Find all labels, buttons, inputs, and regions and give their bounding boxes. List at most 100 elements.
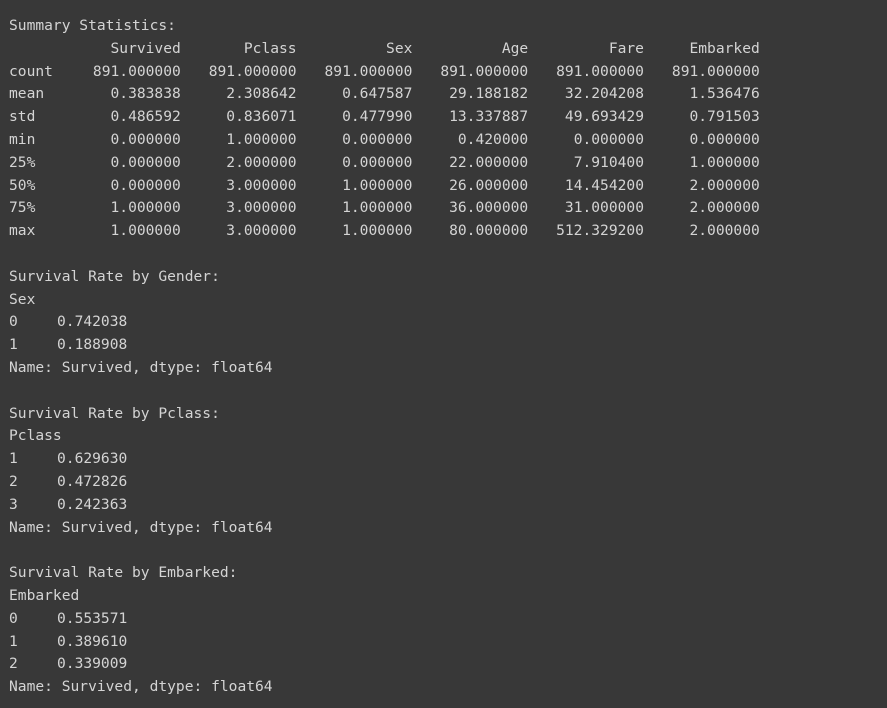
stat-value: 0.836071 (226, 108, 297, 126)
series-value: 0.389610 (57, 632, 128, 650)
column-header: Age (501, 39, 529, 57)
column-header: Sex (386, 39, 413, 57)
gender-title: Survival Rate by Gender: (9, 267, 220, 285)
stat-value: 3.000000 (226, 199, 297, 217)
stat-value: 0.420000 (457, 130, 529, 148)
stat-value: 891.000000 (92, 62, 181, 80)
series-key: 2 (9, 472, 18, 490)
embarked-row: 1 0.389610 (9, 631, 879, 654)
stat-value: 0.000000 (110, 153, 181, 171)
stat-value: 0.000000 (110, 176, 181, 194)
stat-value: 1.000000 (689, 153, 760, 171)
summary-title: Summary Statistics: (9, 17, 176, 34)
stat-value: 2.000000 (226, 153, 297, 171)
summary-row: count 891.000000 891.000000 891.000000 891.0… (9, 61, 879, 84)
stat-value: 1.000000 (226, 130, 297, 148)
summary-table-body: count 891.000000 891.000000 891.000000 891.0… (9, 61, 879, 243)
row-label: 50% (9, 176, 36, 194)
series-key: 1 (9, 450, 18, 468)
summary-row: std 0.486592 0.836071 0.477990 13.337887 49.6… (9, 106, 879, 129)
stat-value: 0.000000 (110, 130, 181, 148)
summary-header-row: Survived Pclass Sex Age Fare Embarked (9, 38, 879, 61)
stat-value: 36.000000 (449, 199, 529, 217)
column-header: Survived (110, 39, 181, 57)
stat-value: 891.000000 (208, 62, 297, 80)
pclass-series: 1 0.629630 2 0.472826 3 0.242363 (9, 448, 879, 516)
series-value: 0.629630 (57, 450, 128, 468)
series-key: 3 (9, 495, 18, 513)
stat-value: 0.486592 (110, 108, 181, 126)
embarked-title: Survival Rate by Embarked: (9, 564, 238, 582)
pclass-index-name: Pclass (9, 427, 62, 445)
stat-value: 14.454200 (564, 176, 644, 194)
stat-value: 80.000000 (449, 222, 529, 240)
embarked-index-name: Embarked (9, 586, 80, 604)
stat-value: 26.000000 (449, 176, 529, 194)
stat-value: 31.000000 (564, 199, 644, 217)
stat-value: 2.308642 (226, 85, 297, 103)
stat-value: 29.188182 (449, 85, 529, 103)
gender-series: 0 0.742038 1 0.188908 (9, 311, 879, 357)
embarked-footer: Name: Survived, dtype: float64 (9, 678, 273, 696)
row-label: count (9, 62, 53, 80)
series-value: 0.188908 (57, 336, 128, 354)
pclass-footer: Name: Survived, dtype: float64 (9, 518, 273, 536)
series-key: 2 (9, 655, 18, 673)
summary-row: min 0.000000 1.000000 0.000000 0.420000 0.000… (9, 129, 879, 152)
stat-value: 2.000000 (689, 222, 760, 240)
stat-value: 3.000000 (226, 222, 297, 240)
stat-value: 49.693429 (564, 108, 644, 126)
stat-value: 891.000000 (671, 62, 760, 80)
stat-value: 1.000000 (342, 199, 413, 217)
series-value: 0.472826 (57, 472, 128, 490)
stat-value: 891.000000 (324, 62, 413, 80)
stat-value: 3.000000 (226, 176, 297, 194)
embarked-row: 2 0.339009 (9, 653, 879, 676)
gender-row: 1 0.188908 (9, 334, 879, 357)
column-header: Fare (608, 39, 644, 57)
stat-value: 0.000000 (342, 153, 413, 171)
stat-value: 512.329200 (556, 222, 644, 240)
stat-value: 2.000000 (689, 199, 760, 217)
row-label: 75% (9, 199, 36, 217)
summary-row: 75% 1.000000 3.000000 1.000000 36.000000 31.0… (9, 197, 879, 220)
pclass-row: 1 0.629630 (9, 448, 879, 471)
pclass-row: 2 0.472826 (9, 471, 879, 494)
row-label: mean (9, 85, 45, 103)
series-value: 0.742038 (57, 313, 128, 331)
row-label: 25% (9, 153, 36, 171)
stat-value: 2.000000 (689, 176, 760, 194)
stat-value: 891.000000 (440, 62, 529, 80)
stat-value: 0.791503 (689, 108, 760, 126)
pclass-title: Survival Rate by Pclass: (9, 404, 220, 422)
stat-value: 13.337887 (449, 108, 529, 126)
series-value: 0.553571 (57, 609, 128, 627)
stat-value: 1.000000 (342, 222, 413, 240)
series-key: 0 (9, 609, 18, 627)
cell-output: Summary Statistics: Survived Pclass Sex … (9, 15, 879, 699)
series-value: 0.242363 (57, 495, 128, 513)
stat-value: 0.000000 (689, 130, 760, 148)
stat-value: 0.000000 (342, 130, 413, 148)
pclass-row: 3 0.242363 (9, 494, 879, 517)
series-key: 1 (9, 632, 18, 650)
stat-value: 1.000000 (342, 176, 413, 194)
embarked-series: 0 0.553571 1 0.389610 2 0.339009 (9, 608, 879, 676)
series-value: 0.339009 (57, 655, 128, 673)
row-label: std (9, 108, 36, 126)
row-label: max (9, 222, 36, 240)
gender-index-name: Sex (9, 290, 36, 308)
stat-value: 0.477990 (342, 108, 413, 126)
stat-value: 7.910400 (573, 153, 644, 171)
stat-value: 0.647587 (342, 85, 413, 103)
embarked-row: 0 0.553571 (9, 608, 879, 631)
gender-footer: Name: Survived, dtype: float64 (9, 358, 273, 376)
stat-value: 1.000000 (110, 222, 181, 240)
summary-row: max 1.000000 3.000000 1.000000 80.000000 512.… (9, 220, 879, 243)
stat-value: 0.383838 (110, 85, 181, 103)
series-key: 1 (9, 336, 18, 354)
stat-value: 891.000000 (556, 62, 644, 80)
stat-value: 32.204208 (564, 85, 644, 103)
